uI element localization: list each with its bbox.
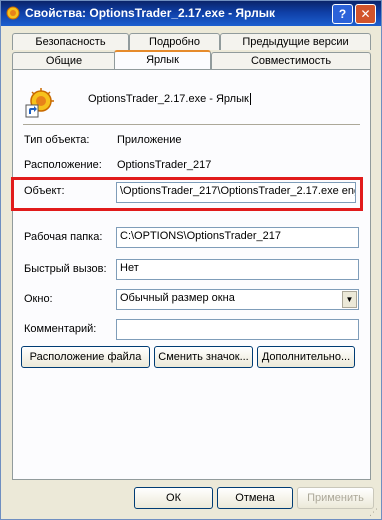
close-button[interactable]: ✕ — [355, 4, 376, 24]
target-label: Объект: — [24, 185, 65, 197]
comment-input[interactable] — [116, 319, 359, 340]
hotkey-label: Быстрый вызов: — [24, 263, 107, 275]
shortcut-name[interactable]: OptionsTrader_2.17.exe - Ярлык — [88, 93, 251, 105]
separator — [23, 124, 360, 125]
tab-shortcut[interactable]: Ярлык — [114, 50, 211, 69]
location-value: OptionsTrader_217 — [117, 159, 212, 171]
resize-grip-icon[interactable]: ⋰ — [369, 507, 379, 517]
tab-previous-versions[interactable]: Предыдущие версии — [220, 33, 371, 50]
shortcut-panel: OptionsTrader_2.17.exe - Ярлык Тип объек… — [11, 69, 371, 480]
apply-button[interactable]: Применить — [297, 487, 374, 509]
text-cursor — [249, 93, 251, 105]
window-label: Окно: — [24, 293, 53, 305]
advanced-button[interactable]: Дополнительно... — [257, 346, 355, 368]
tabs-row-2: Общие Ярлык Совместимость — [12, 50, 372, 69]
open-file-location-button[interactable]: Расположение файла — [21, 346, 150, 368]
hotkey-input[interactable]: Нет — [116, 259, 359, 280]
change-icon-button[interactable]: Сменить значок... — [154, 346, 253, 368]
properties-window: Свойства: OptionsTrader_2.17.exe - Ярлык… — [0, 0, 382, 520]
shortcut-name-text: OptionsTrader_2.17.exe - Ярлык — [88, 93, 249, 105]
chevron-down-icon[interactable]: ▼ — [342, 291, 357, 308]
window-select-value: Обычный размер окна — [120, 292, 235, 304]
workdir-label: Рабочая папка: — [24, 231, 103, 243]
cancel-button[interactable]: Отмена — [217, 487, 293, 509]
shortcut-icon — [25, 88, 54, 118]
target-input[interactable]: \OptionsTrader_217\OptionsTrader_2.17.ex… — [116, 182, 356, 203]
tabs-row-1: Безопасность Подробно Предыдущие версии — [12, 33, 372, 50]
app-icon — [6, 6, 20, 20]
tab-general[interactable]: Общие — [12, 52, 116, 69]
workdir-input[interactable]: C:\OPTIONS\OptionsTrader_217 — [116, 227, 359, 248]
tab-details[interactable]: Подробно — [129, 33, 220, 50]
type-value: Приложение — [117, 134, 182, 146]
title-bar[interactable]: Свойства: OptionsTrader_2.17.exe - Ярлык… — [1, 1, 381, 26]
window-title: Свойства: OptionsTrader_2.17.exe - Ярлык — [25, 6, 275, 20]
tab-security[interactable]: Безопасность — [12, 33, 129, 50]
tab-compatibility[interactable]: Совместимость — [211, 52, 371, 69]
comment-label: Комментарий: — [24, 323, 97, 335]
type-label: Тип объекта: — [24, 134, 90, 146]
help-button[interactable]: ? — [332, 4, 353, 24]
location-label: Расположение: — [24, 159, 102, 171]
ok-button[interactable]: ОК — [134, 487, 213, 509]
window-select[interactable]: Обычный размер окна ▼ — [116, 289, 359, 310]
